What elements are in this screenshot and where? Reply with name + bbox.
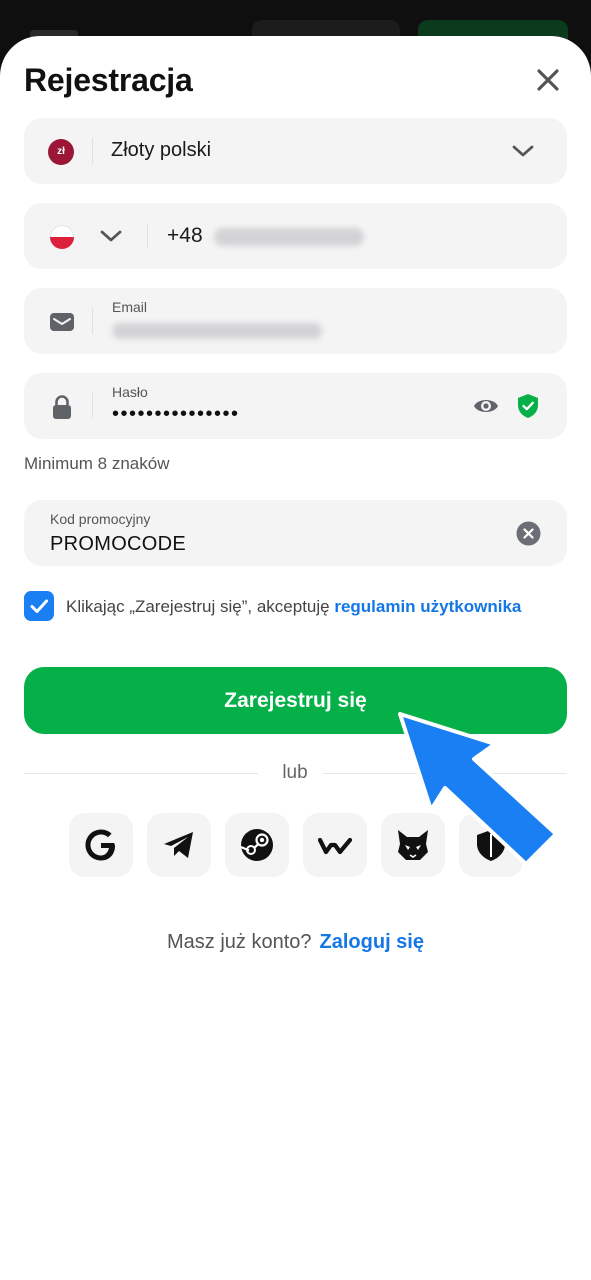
poland-flag-icon[interactable] [50,225,74,249]
field-divider [92,393,93,419]
phone-country-code: +48 [167,224,203,247]
metamask-icon [398,830,428,860]
promo-code-field[interactable]: Kod promocyjny PROMOCODE [24,500,567,566]
field-divider [147,223,148,249]
clear-icon[interactable] [516,521,541,546]
field-divider [92,308,93,334]
promo-code-value: PROMOCODE [50,533,187,555]
register-button[interactable]: Zarejestruj się [24,667,567,734]
checkmark-icon [30,599,48,613]
login-question: Masz już konto? [167,931,312,953]
field-divider [92,138,93,164]
close-icon[interactable] [532,64,564,96]
divider-label: lub [282,762,308,783]
shield-wallet-login-button[interactable] [459,813,523,877]
eye-icon[interactable] [472,393,500,419]
email-field[interactable]: Email [24,288,567,354]
login-link[interactable]: Zaloguj się [320,931,424,953]
google-login-button[interactable] [69,813,133,877]
chevron-down-icon[interactable] [98,225,124,247]
divider-line-right [323,773,567,774]
currency-select[interactable]: zł Złoty polski [24,118,567,184]
chevron-down-icon [510,140,536,162]
walletconnect-icon [317,837,353,855]
terms-text: Klikając „Zarejestruj się”, akceptuję re… [66,594,546,619]
terms-link[interactable]: regulamin użytkownika [334,597,521,616]
password-hint: Minimum 8 znaków [24,454,170,473]
registration-sheet: Rejestracja zł Złoty polski +48 Email Ha… [0,36,591,1280]
lock-icon [48,393,76,421]
steam-icon [240,829,273,861]
terms-text-label: Klikając „Zarejestruj się”, akceptuję [66,597,335,616]
walletconnect-login-button[interactable] [303,813,367,877]
steam-login-button[interactable] [225,813,289,877]
email-label: Email [112,299,148,315]
phone-field[interactable]: +48 [24,203,567,269]
page-title: Rejestracja [24,62,193,98]
password-field[interactable]: Hasło ••••••••••••••• [24,373,567,439]
phone-number-redacted [214,228,364,246]
telegram-login-button[interactable] [147,813,211,877]
telegram-icon [164,832,193,858]
currency-label: Złoty polski [111,139,212,161]
google-icon [85,829,115,861]
shield-check-icon [516,393,540,419]
email-value-redacted [112,323,322,339]
login-prompt: Masz już konto? Zaloguj się [0,931,591,954]
password-label: Hasło [112,384,148,400]
currency-badge-icon: zł [48,139,74,165]
shield-wallet-icon [477,830,505,861]
divider-line-left [24,773,258,774]
promo-code-label: Kod promocyjny [50,511,151,527]
metamask-login-button[interactable] [381,813,445,877]
terms-checkbox[interactable] [24,591,54,621]
mail-icon [48,308,76,336]
password-value: ••••••••••••••• [112,403,240,425]
